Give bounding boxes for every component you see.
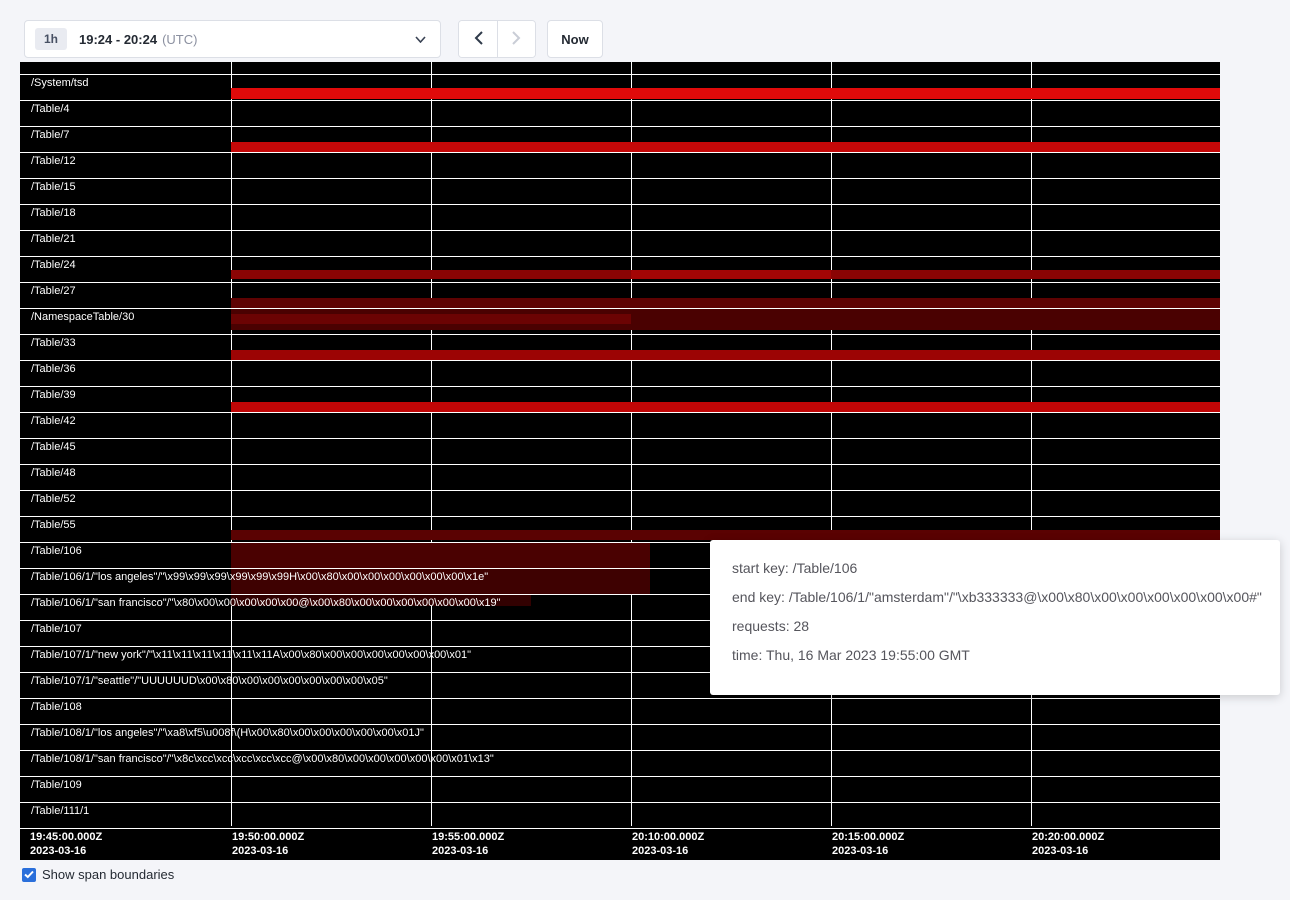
key-span-row[interactable]: /Table/48	[20, 464, 1220, 490]
time-axis-label: 19:45:00.000Z2023-03-16	[30, 830, 102, 858]
key-span-row[interactable]: /Table/33	[20, 334, 1220, 360]
key-span-label: /Table/52	[31, 493, 76, 505]
key-span-row[interactable]: /Table/108/1/"san francisco"/"\x8c\xcc\x…	[20, 750, 1220, 776]
key-span-label: /Table/27	[31, 285, 76, 297]
key-span-row[interactable]: /Table/27	[20, 282, 1220, 308]
key-span-label: /Table/48	[31, 467, 76, 479]
key-span-label: /Table/109	[31, 779, 82, 791]
now-button[interactable]: Now	[547, 20, 603, 58]
show-span-boundaries-checkbox[interactable]	[22, 868, 36, 882]
key-span-row[interactable]: /Table/36	[20, 360, 1220, 386]
key-span-label: /Table/18	[31, 207, 76, 219]
key-span-row[interactable]: /Table/108	[20, 698, 1220, 724]
key-span-label: /Table/106/1/"san francisco"/"\x80\x00\x…	[31, 597, 501, 609]
time-range-label: 19:24 - 20:24	[79, 32, 157, 47]
key-span-label: /Table/21	[31, 233, 76, 245]
tooltip-start-key: start key: /Table/106	[732, 560, 1258, 576]
tooltip-end-key: end key: /Table/106/1/"amsterdam"/"\xb33…	[732, 589, 1258, 605]
key-span-row[interactable]: /Table/7	[20, 126, 1220, 152]
key-span-label: /Table/108/1/"los angeles"/"\xa8\xf5\u00…	[31, 727, 424, 739]
key-span-label: /Table/111/1	[31, 805, 89, 817]
key-span-label: /Table/106/1/"los angeles"/"\x99\x99\x99…	[31, 571, 488, 583]
key-span-row[interactable]: /Table/55	[20, 516, 1220, 542]
prev-range-button[interactable]	[459, 21, 497, 57]
key-span-row[interactable]: /Table/18	[20, 204, 1220, 230]
tooltip-requests: requests: 28	[732, 618, 1258, 634]
key-span-label: /Table/33	[31, 337, 76, 349]
key-span-label: /Table/107/1/"new york"/"\x11\x11\x11\x1…	[31, 649, 471, 661]
chevron-left-icon	[474, 31, 483, 48]
time-axis-label: 20:15:00.000Z2023-03-16	[832, 830, 904, 858]
toolbar: 1h 19:24 - 20:24 (UTC) Now	[24, 20, 603, 58]
time-range-selector[interactable]: 1h 19:24 - 20:24 (UTC)	[24, 20, 441, 58]
chevron-right-icon	[512, 31, 521, 48]
key-span-row[interactable]: /Table/21	[20, 230, 1220, 256]
key-span-label: /Table/15	[31, 181, 76, 193]
key-span-label: /Table/36	[31, 363, 76, 375]
key-span-row[interactable]: /NamespaceTable/30	[20, 308, 1220, 334]
timezone-label: (UTC)	[162, 32, 197, 47]
key-span-row[interactable]: /Table/12	[20, 152, 1220, 178]
key-span-label: /System/tsd	[31, 77, 88, 89]
key-span-label: /Table/4	[31, 103, 70, 115]
show-span-boundaries-control: Show span boundaries	[22, 867, 174, 882]
key-visualizer-canvas[interactable]: /System/tsd/Table/4/Table/7/Table/12/Tab…	[20, 62, 1220, 860]
time-axis-label: 20:10:00.000Z2023-03-16	[632, 830, 704, 858]
key-span-label: /Table/42	[31, 415, 76, 427]
key-span-label: /Table/108/1/"san francisco"/"\x8c\xcc\x…	[31, 753, 494, 765]
key-span-label: /Table/7	[31, 129, 70, 141]
key-span-label: /Table/45	[31, 441, 76, 453]
key-span-row[interactable]: /Table/4	[20, 100, 1220, 126]
key-span-label: /Table/39	[31, 389, 76, 401]
hover-tooltip: start key: /Table/106 end key: /Table/10…	[710, 540, 1280, 695]
key-span-row[interactable]: /Table/52	[20, 490, 1220, 516]
key-span-row[interactable]: /Table/109	[20, 776, 1220, 802]
key-span-row[interactable]: /Table/39	[20, 386, 1220, 412]
key-span-row[interactable]: /Table/42	[20, 412, 1220, 438]
key-span-row[interactable]: /Table/111/1	[20, 802, 1220, 828]
check-icon	[24, 866, 34, 884]
time-axis-label: 19:50:00.000Z2023-03-16	[232, 830, 304, 858]
chevron-down-icon	[415, 36, 426, 43]
key-span-label: /Table/55	[31, 519, 76, 531]
time-axis-label: 20:20:00.000Z2023-03-16	[1032, 830, 1104, 858]
key-span-row[interactable]: /System/tsd	[20, 74, 1220, 100]
axis-top-line	[20, 828, 1220, 829]
key-span-row[interactable]: /Table/45	[20, 438, 1220, 464]
key-span-row[interactable]: /Table/108/1/"los angeles"/"\xa8\xf5\u00…	[20, 724, 1220, 750]
show-span-boundaries-label: Show span boundaries	[42, 867, 174, 882]
key-span-label: /Table/107/1/"seattle"/"UUUUUUD\x00\x80\…	[31, 675, 388, 687]
tooltip-time: time: Thu, 16 Mar 2023 19:55:00 GMT	[732, 647, 1258, 663]
key-span-label: /Table/107	[31, 623, 82, 635]
key-span-label: /Table/108	[31, 701, 82, 713]
key-span-label: /Table/12	[31, 155, 76, 167]
next-range-button[interactable]	[497, 21, 535, 57]
key-span-row[interactable]: /Table/15	[20, 178, 1220, 204]
time-axis-label: 19:55:00.000Z2023-03-16	[432, 830, 504, 858]
key-span-label: /Table/106	[31, 545, 82, 557]
time-nav-group	[458, 20, 536, 58]
key-span-label: /NamespaceTable/30	[31, 311, 134, 323]
key-span-label: /Table/24	[31, 259, 76, 271]
key-span-row[interactable]: /Table/24	[20, 256, 1220, 282]
duration-chip: 1h	[35, 28, 67, 50]
